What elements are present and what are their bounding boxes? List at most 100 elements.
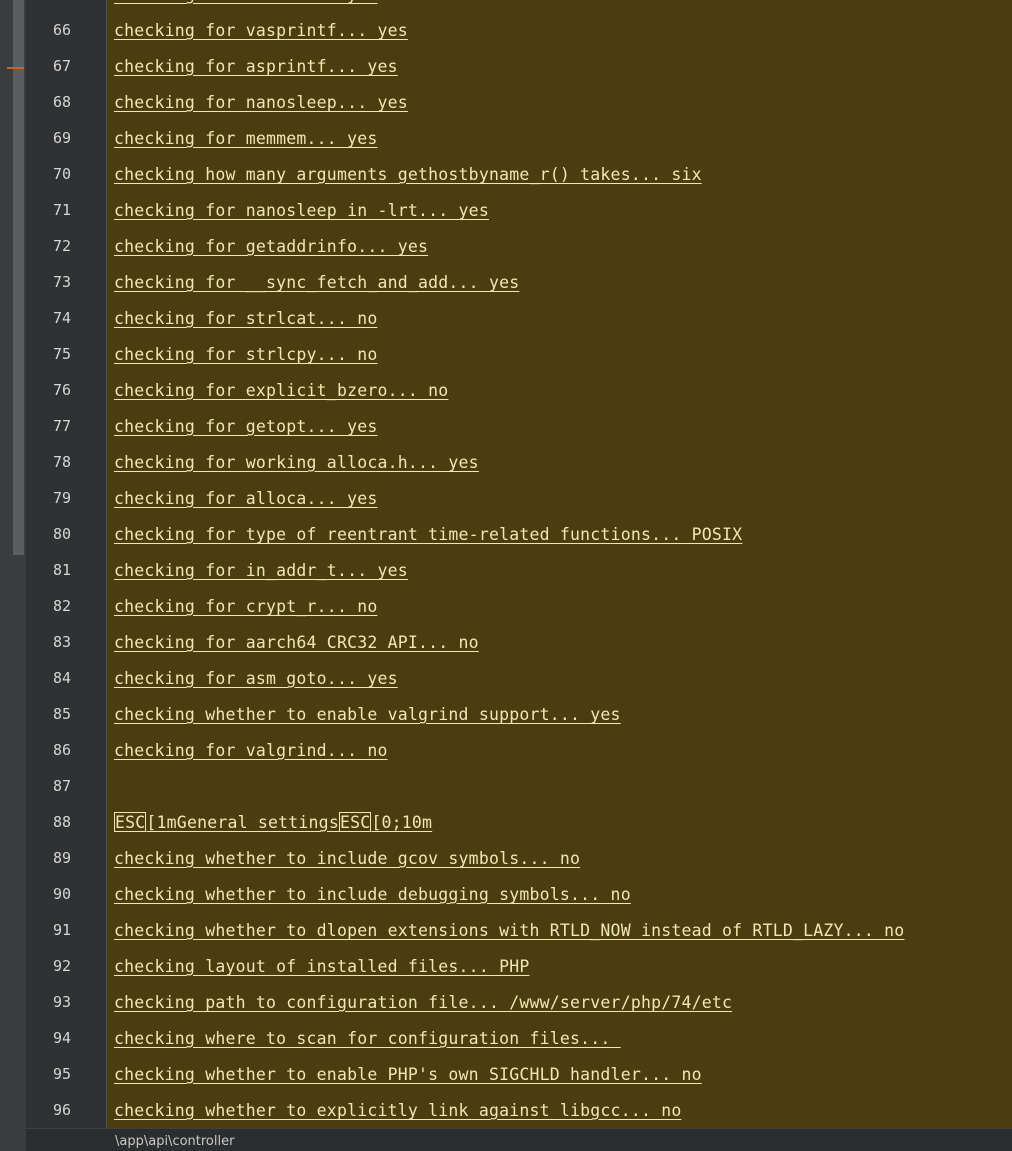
line-number: 76 [26,381,86,399]
line-text[interactable]: checking whether to enable PHP's own SIG… [114,1065,702,1084]
line-text[interactable]: checking how many arguments gethostbynam… [114,165,702,184]
line-number: 75 [26,345,86,363]
code-line[interactable]: 75 checking for strlcpy... no [0,337,1012,373]
line-number-text: 84 [53,669,72,687]
code-line[interactable]: 68 checking for nanosleep... yes [0,85,1012,121]
code-line[interactable]: 79 checking for alloca... yes [0,481,1012,517]
line-text[interactable]: checking for working alloca.h... yes [114,453,479,472]
line-text[interactable]: checking whether to include gcov symbols… [114,849,580,868]
line-number: 92 [26,957,86,975]
code-line[interactable]: 67 checking for asprintf... yes [0,49,1012,85]
code-line[interactable]: 76 checking for explicit_bzero... no [0,373,1012,409]
line-text[interactable]: checking for getaddrinfo... yes [114,237,428,256]
line-number-text: 65 [53,0,86,3]
code-line[interactable]: 71 checking for nanosleep in -lrt... yes [0,193,1012,229]
line-text[interactable]: checking for in_addr_t... yes [114,561,408,580]
line-text[interactable]: checking whether to include debugging sy… [114,885,631,904]
code-line[interactable]: 66 checking for vasprintf... yes [0,13,1012,49]
line-text[interactable]: checking for asm goto... yes [114,669,398,688]
line-text[interactable]: checking for nanosleep... yes [114,93,408,112]
code-line[interactable]: 89 checking whether to include gcov symbo… [0,841,1012,877]
line-text[interactable]: checking whether to enable valgrind supp… [114,705,621,724]
code-line[interactable]: 94 checking where to scan for configurati… [0,1021,1012,1057]
line-number-text: 92 [53,957,72,975]
line-number-text: 82 [53,597,72,615]
code-line[interactable]: 70 checking how many arguments gethostbyn… [0,157,1012,193]
line-number-text: 76 [53,381,72,399]
code-line[interactable]: 65 checking for utimes... yes [0,0,1012,13]
line-text[interactable]: checking for __sync_fetch_and_add... yes [114,273,519,292]
code-line[interactable]: 73 checking for __sync_fetch_and_add... y… [0,265,1012,301]
line-number-text: 79 [53,489,72,507]
line-text[interactable]: ESC[1mGeneral settingsESC[0;10m [114,812,433,832]
line-number-text: 87 [53,777,72,795]
code-line[interactable]: 92 checking layout of installed files... … [0,949,1012,985]
code-line[interactable]: 83 checking for aarch64 CRC32 API... no [0,625,1012,661]
code-line[interactable]: 88 ESC[1mGeneral settingsESC[0;10m [0,805,1012,841]
code-line[interactable]: 93 checking path to configuration file...… [0,985,1012,1021]
line-number: 66 [26,21,86,39]
code-line[interactable]: 96 checking whether to explicitly link ag… [0,1093,1012,1129]
line-number-text: 91 [53,921,72,939]
line-text[interactable]: checking for valgrind... no [114,741,388,760]
line-number: 96 [26,1101,86,1119]
code-line[interactable]: 72 checking for getaddrinfo... yes [0,229,1012,265]
line-text[interactable]: checking for strlcpy... no [114,345,377,364]
code-line[interactable]: 69 checking for memmem... yes [0,121,1012,157]
code-line[interactable]: 86 checking for valgrind... no [0,733,1012,769]
code-line[interactable]: 74 checking for strlcat... no [0,301,1012,337]
line-number-text: 86 [53,741,72,759]
line-text[interactable]: checking for vasprintf... yes [114,21,408,40]
line-text[interactable]: checking for strlcat... no [114,309,377,328]
line-text[interactable]: checking for explicit_bzero... no [114,381,448,400]
line-text[interactable]: checking for crypt_r... no [114,597,377,616]
code-line[interactable]: 82 checking for crypt_r... no [0,589,1012,625]
line-number: 84 [26,669,86,687]
code-line[interactable]: 90 checking whether to include debugging … [0,877,1012,913]
status-path: \app\api\controller [115,1134,235,1149]
line-number: 86 [26,741,86,759]
line-text[interactable]: checking path to configuration file... /… [114,993,732,1012]
line-text[interactable]: checking where to scan for configuration… [114,1029,621,1048]
line-text[interactable]: checking for asprintf... yes [114,57,398,76]
line-number-text: 74 [53,309,72,327]
line-number: 72 [26,237,86,255]
line-number: 90 [26,885,86,903]
line-text[interactable]: checking whether to explicitly link agai… [114,1101,682,1120]
code-line[interactable]: 78 checking for working alloca.h... yes [0,445,1012,481]
line-text[interactable]: checking for nanosleep in -lrt... yes [114,201,489,220]
escape-control-char: ESC [114,812,147,832]
line-number: 69 [26,129,86,147]
line-number-text: 71 [53,201,72,219]
code-line[interactable]: 80 checking for type of reentrant time-re… [0,517,1012,553]
line-text-segment: [1mGeneral settings [146,813,339,832]
line-number: 71 [26,201,86,219]
line-number: 87 [26,777,86,795]
code-line[interactable]: 81 checking for in_addr_t... yes [0,553,1012,589]
line-number-text: 67 [53,57,72,75]
line-number: 82 [26,597,86,615]
line-number-text: 83 [53,633,72,651]
line-text[interactable]: checking for alloca... yes [114,489,377,508]
line-number: 78 [26,453,86,471]
line-number-text: 77 [53,417,72,435]
line-text[interactable]: checking for getopt... yes [114,417,377,436]
code-line[interactable]: 87 [0,769,1012,805]
code-line[interactable]: 77 checking for getopt... yes [0,409,1012,445]
line-number: 74 [26,309,86,327]
line-number-text: 70 [53,165,72,183]
status-bar: \app\api\controller [26,1128,1012,1151]
line-number-text: 66 [53,21,72,39]
line-text-segment: [0;10m [371,813,433,832]
line-text[interactable]: checking for memmem... yes [114,129,377,148]
code-line[interactable]: 85 checking whether to enable valgrind su… [0,697,1012,733]
code-line[interactable]: 95 checking whether to enable PHP's own S… [0,1057,1012,1093]
line-text[interactable]: checking whether to dlopen extensions wi… [114,921,904,940]
line-number-text: 90 [53,885,72,903]
code-line[interactable]: 91 checking whether to dlopen extensions … [0,913,1012,949]
code-line[interactable]: 84 checking for asm goto... yes [0,661,1012,697]
line-text[interactable]: checking for type of reentrant time-rela… [114,525,742,544]
line-text[interactable]: checking layout of installed files... PH… [114,957,530,976]
line-text[interactable]: checking for utimes... yes [114,0,377,4]
line-text[interactable]: checking for aarch64 CRC32 API... no [114,633,479,652]
